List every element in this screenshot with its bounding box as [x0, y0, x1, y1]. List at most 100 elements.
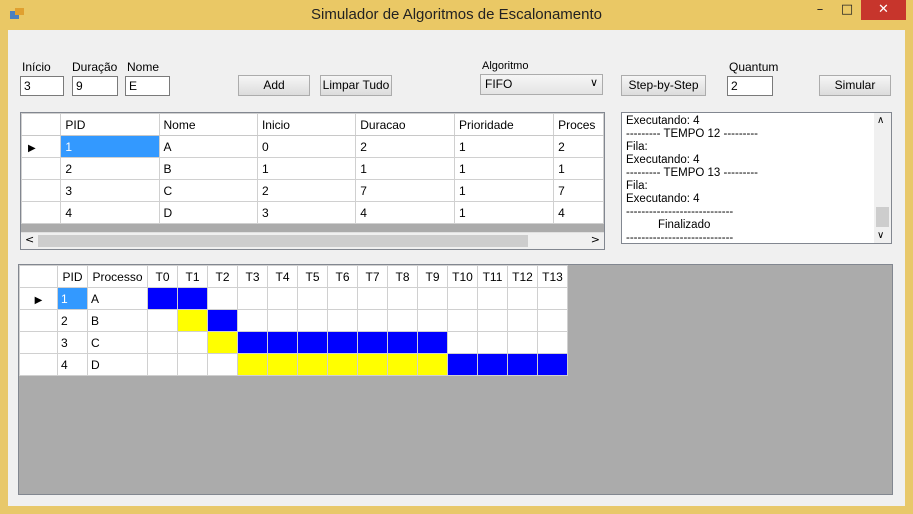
duracao-input[interactable]: 9: [72, 76, 118, 96]
column-header[interactable]: T8: [387, 265, 418, 288]
time-cell[interactable]: [417, 309, 448, 332]
time-cell[interactable]: [147, 309, 178, 332]
time-cell[interactable]: [177, 353, 208, 376]
row-header[interactable]: [21, 157, 62, 180]
time-cell-running[interactable]: [477, 353, 508, 376]
simular-button[interactable]: Simular: [819, 75, 891, 96]
table-cell[interactable]: 3: [256, 201, 357, 224]
table-cell[interactable]: C: [158, 179, 258, 202]
time-cell[interactable]: [387, 287, 418, 310]
table-cell[interactable]: 1: [454, 157, 555, 180]
table-cell[interactable]: 7: [355, 179, 456, 202]
maximize-button[interactable]: □: [834, 0, 860, 20]
time-cell[interactable]: [447, 287, 478, 310]
time-cell[interactable]: [417, 287, 448, 310]
time-cell[interactable]: [447, 331, 478, 354]
time-cell-waiting[interactable]: [177, 309, 208, 332]
time-cell-waiting[interactable]: [237, 353, 268, 376]
time-cell-waiting[interactable]: [387, 353, 418, 376]
time-cell-running[interactable]: [327, 331, 358, 354]
nome-input[interactable]: E: [125, 76, 170, 96]
column-header[interactable]: Prioridade: [454, 113, 555, 136]
table-cell[interactable]: 1: [553, 157, 604, 180]
log-textbox[interactable]: Executando: 4 --------- TEMPO 12 --------…: [621, 112, 892, 244]
time-cell[interactable]: [147, 353, 178, 376]
table-cell[interactable]: 1: [355, 157, 456, 180]
time-cell[interactable]: [537, 331, 568, 354]
table-cell[interactable]: 1: [60, 135, 160, 158]
column-header[interactable]: Duracao: [355, 113, 456, 136]
time-cell[interactable]: [267, 287, 298, 310]
gantt-grid[interactable]: PID Processo T0 T1 T2 T3 T4 T5 T6 T7 T8 T9 T10 T11 T12…: [18, 264, 893, 495]
time-cell[interactable]: [207, 287, 238, 310]
time-cell[interactable]: [327, 287, 358, 310]
process-table[interactable]: PID Nome Inicio Duracao Prioridade Proces ▶ 1 A…: [20, 112, 605, 250]
time-cell[interactable]: [237, 309, 268, 332]
column-header[interactable]: T11: [477, 265, 508, 288]
table-cell[interactable]: A: [158, 135, 258, 158]
column-header[interactable]: PID: [60, 113, 160, 136]
row-header[interactable]: [19, 331, 58, 354]
column-header[interactable]: T1: [177, 265, 208, 288]
time-cell[interactable]: [447, 309, 478, 332]
add-button[interactable]: Add: [238, 75, 310, 96]
time-cell-waiting[interactable]: [207, 331, 238, 354]
pid-cell[interactable]: 2: [57, 309, 88, 332]
time-cell[interactable]: [477, 287, 508, 310]
table-cell[interactable]: 2: [60, 157, 160, 180]
column-header[interactable]: T5: [297, 265, 328, 288]
pid-cell[interactable]: 4: [57, 353, 88, 376]
time-cell-running[interactable]: [417, 331, 448, 354]
time-cell-running[interactable]: [297, 331, 328, 354]
time-cell-waiting[interactable]: [357, 353, 388, 376]
time-cell[interactable]: [207, 353, 238, 376]
row-header[interactable]: [19, 353, 58, 376]
process-cell[interactable]: A: [87, 287, 148, 310]
table-cell[interactable]: B: [158, 157, 258, 180]
table-row[interactable]: 3C2717: [21, 179, 604, 202]
column-header[interactable]: T6: [327, 265, 358, 288]
minimize-button[interactable]: –: [807, 0, 833, 20]
table-cell[interactable]: 4: [553, 201, 604, 224]
time-cell-waiting[interactable]: [327, 353, 358, 376]
scroll-left-icon[interactable]: <: [25, 233, 34, 246]
current-row-arrow-icon[interactable]: ▶: [19, 287, 58, 310]
table-row[interactable]: 4D3414: [21, 201, 604, 224]
table-cell[interactable]: 2: [355, 135, 456, 158]
column-header[interactable]: Nome: [158, 113, 258, 136]
scroll-thumb[interactable]: [876, 207, 889, 227]
time-cell[interactable]: [267, 309, 298, 332]
time-cell-running[interactable]: [537, 353, 568, 376]
column-header[interactable]: T10: [447, 265, 478, 288]
time-cell[interactable]: [357, 287, 388, 310]
pid-cell[interactable]: 1: [57, 287, 88, 310]
close-button[interactable]: ✕: [861, 0, 906, 20]
time-cell-running[interactable]: [507, 353, 538, 376]
table-cell[interactable]: 4: [60, 201, 160, 224]
column-header[interactable]: T2: [207, 265, 238, 288]
vertical-scrollbar[interactable]: ∧ ∨: [874, 113, 891, 243]
scroll-right-icon[interactable]: >: [591, 233, 600, 246]
scroll-down-icon[interactable]: ∨: [877, 230, 884, 241]
algoritmo-select[interactable]: FIFO ∨: [480, 74, 603, 95]
time-cell[interactable]: [537, 309, 568, 332]
time-cell-running[interactable]: [447, 353, 478, 376]
gantt-row[interactable]: 3C: [19, 331, 568, 354]
column-header[interactable]: Proces: [553, 113, 604, 136]
scroll-thumb[interactable]: [38, 235, 528, 247]
time-cell[interactable]: [357, 309, 388, 332]
process-cell[interactable]: C: [87, 331, 148, 354]
step-by-step-button[interactable]: Step-by-Step: [621, 75, 706, 96]
time-cell[interactable]: [537, 287, 568, 310]
time-cell[interactable]: [327, 309, 358, 332]
row-header[interactable]: [21, 201, 62, 224]
column-header[interactable]: T0: [147, 265, 178, 288]
column-header[interactable]: T7: [357, 265, 388, 288]
column-header[interactable]: Processo: [87, 265, 148, 288]
time-cell[interactable]: [297, 287, 328, 310]
time-cell-waiting[interactable]: [267, 353, 298, 376]
limpar-tudo-button[interactable]: Limpar Tudo: [320, 75, 392, 96]
table-cell[interactable]: 1: [454, 135, 555, 158]
table-cell[interactable]: 0: [256, 135, 357, 158]
quantum-input[interactable]: 2: [727, 76, 773, 96]
